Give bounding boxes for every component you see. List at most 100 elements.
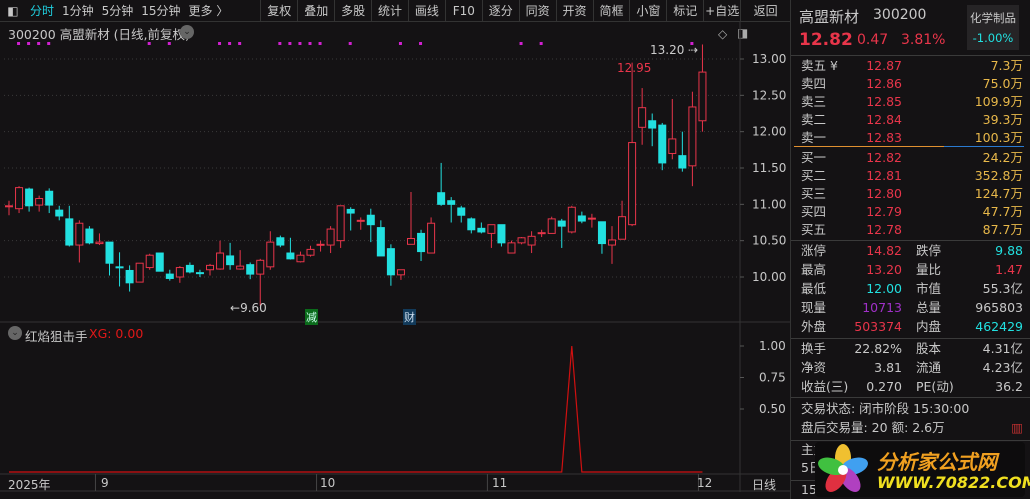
stat-label: 跌停 xyxy=(916,243,942,258)
stat-row: 最高 13.20 量比 1.47 xyxy=(791,261,1030,279)
signal-marker xyxy=(419,42,423,45)
stat-row: 最低 12.00 市值 55.3亿 xyxy=(791,280,1030,298)
candle-down xyxy=(226,255,235,266)
signal-marker xyxy=(318,42,322,45)
stat-row: 外盘 503374 内盘 462429 xyxy=(791,318,1030,336)
ask-row[interactable]: 卖四 12.86 75.0万 xyxy=(791,75,1030,93)
level-label: 买二 xyxy=(801,168,827,183)
ask-row[interactable]: 卖三 12.85 109.9万 xyxy=(791,93,1030,111)
candle-up xyxy=(567,206,576,233)
candle-up xyxy=(296,254,305,263)
candle-up xyxy=(5,205,13,208)
bid-row[interactable]: 买三 12.80 124.7万 xyxy=(791,185,1030,203)
fundamental-row: 收益(三) 0.270 PE(动) 36.2 xyxy=(791,378,1030,396)
candle-up xyxy=(306,248,315,256)
fundamental-value: 4.31亿 xyxy=(982,341,1023,356)
y-tick-label: 12.50 xyxy=(752,88,786,102)
stat-label: 市值 xyxy=(916,281,942,296)
signal-marker xyxy=(238,42,242,45)
signal-marker xyxy=(298,42,302,45)
event-reduce-badge[interactable]: 减 xyxy=(305,309,318,325)
indicator-tick-label: 1.00 xyxy=(759,339,786,353)
stat-label: 现量 xyxy=(801,300,827,315)
candle-down xyxy=(165,273,174,279)
fundamental-value: 3.81 xyxy=(874,360,902,375)
candle-down xyxy=(678,155,687,169)
candle-up xyxy=(396,269,405,276)
stat-label: 最高 xyxy=(801,262,827,277)
y-tick-label: 10.00 xyxy=(752,270,786,284)
stat-value: 13.20 xyxy=(866,262,902,277)
candle-up xyxy=(236,265,245,270)
level-volume: 100.3万 xyxy=(974,130,1023,145)
candle-up xyxy=(326,228,335,246)
candle-down xyxy=(105,241,114,264)
chart-icon[interactable]: ▥ xyxy=(1011,419,1023,437)
stat-value: 55.3亿 xyxy=(982,281,1023,296)
stat-row: 现量 10713 总量 965803 xyxy=(791,299,1030,317)
level-label: 卖五 ¥ xyxy=(801,58,838,73)
fundamental-label: PE(动) xyxy=(916,379,954,394)
candle-up xyxy=(698,71,707,122)
bid-row[interactable]: 买五 12.78 87.7万 xyxy=(791,221,1030,239)
candle-down xyxy=(155,252,164,272)
candle-down xyxy=(276,237,285,246)
bid-row[interactable]: 买四 12.79 47.7万 xyxy=(791,203,1030,221)
chevron-down-icon[interactable]: ⌄ xyxy=(8,326,22,340)
stat-value: 14.82 xyxy=(866,243,902,258)
kline-chart[interactable]: 13.00 12.50 12.00 11.50 11.00 10.50 10.00 1.00 0… xyxy=(0,0,790,499)
level-label: 卖二 xyxy=(801,112,827,127)
signal-marker xyxy=(147,42,151,45)
fundamental-row: 换手 22.82% 股本 4.31亿 xyxy=(791,340,1030,358)
high-label: 13.20 xyxy=(650,43,685,57)
signal-marker xyxy=(398,42,402,45)
indicator-value: XG: 0.00 xyxy=(89,326,144,341)
sector-box[interactable]: 化学制品 -1.00% xyxy=(967,5,1019,50)
candle-up xyxy=(628,142,637,226)
fundamental-value: 36.2 xyxy=(995,379,1023,394)
level-volume: 352.8万 xyxy=(974,168,1023,183)
candle-down xyxy=(477,227,486,233)
x-label-nov: 11 xyxy=(492,476,508,490)
stock-name: 高盟新材 xyxy=(799,8,860,26)
candle-up xyxy=(587,217,596,220)
candle-down xyxy=(366,214,375,226)
candle-down xyxy=(346,208,355,214)
candle-down xyxy=(417,232,426,253)
candle-up xyxy=(256,259,265,275)
level-price: 12.81 xyxy=(866,168,902,183)
candle-up xyxy=(537,232,546,235)
level-price: 12.82 xyxy=(866,150,902,165)
signal-marker xyxy=(348,42,352,45)
candle-up xyxy=(517,237,526,244)
after-hours-volume: 盘后交易量: 20 额: 2.6万 xyxy=(801,420,945,435)
candle-down xyxy=(25,188,34,207)
signal-marker xyxy=(539,42,543,45)
level-volume: 7.3万 xyxy=(990,58,1023,73)
signal-marker xyxy=(47,42,51,45)
bid-row[interactable]: 买一 12.82 24.2万 xyxy=(791,149,1030,167)
stat-value: 10713 xyxy=(862,300,902,315)
ask-row[interactable]: 卖二 12.84 39.3万 xyxy=(791,111,1030,129)
candle-up xyxy=(145,254,154,269)
bid-row[interactable]: 买二 12.81 352.8万 xyxy=(791,167,1030,185)
fundamental-label: 流通 xyxy=(916,360,942,375)
stat-value: 965803 xyxy=(975,300,1023,315)
event-finance-badge[interactable]: 财 xyxy=(403,309,416,325)
candle-up xyxy=(608,239,616,246)
candle-down xyxy=(85,228,94,244)
period-label[interactable]: 日线 xyxy=(752,476,776,493)
candle-up xyxy=(688,106,697,167)
signal-marker xyxy=(288,42,292,45)
stock-code: 300200 xyxy=(873,7,927,23)
low-label: 9.60 xyxy=(240,301,267,315)
candle-up xyxy=(135,262,144,283)
ask-row[interactable]: 卖五 ¥ 12.87 7.3万 xyxy=(791,57,1030,75)
stat-value: 12.00 xyxy=(866,281,902,296)
fundamental-value: 4.23亿 xyxy=(982,360,1023,375)
ask-row[interactable]: 卖一 12.83 100.3万 xyxy=(791,129,1030,147)
level-label: 买五 xyxy=(801,222,827,237)
candle-up xyxy=(356,219,365,222)
x-label-oct: 10 xyxy=(320,476,336,490)
y-tick-label: 11.50 xyxy=(752,161,786,175)
